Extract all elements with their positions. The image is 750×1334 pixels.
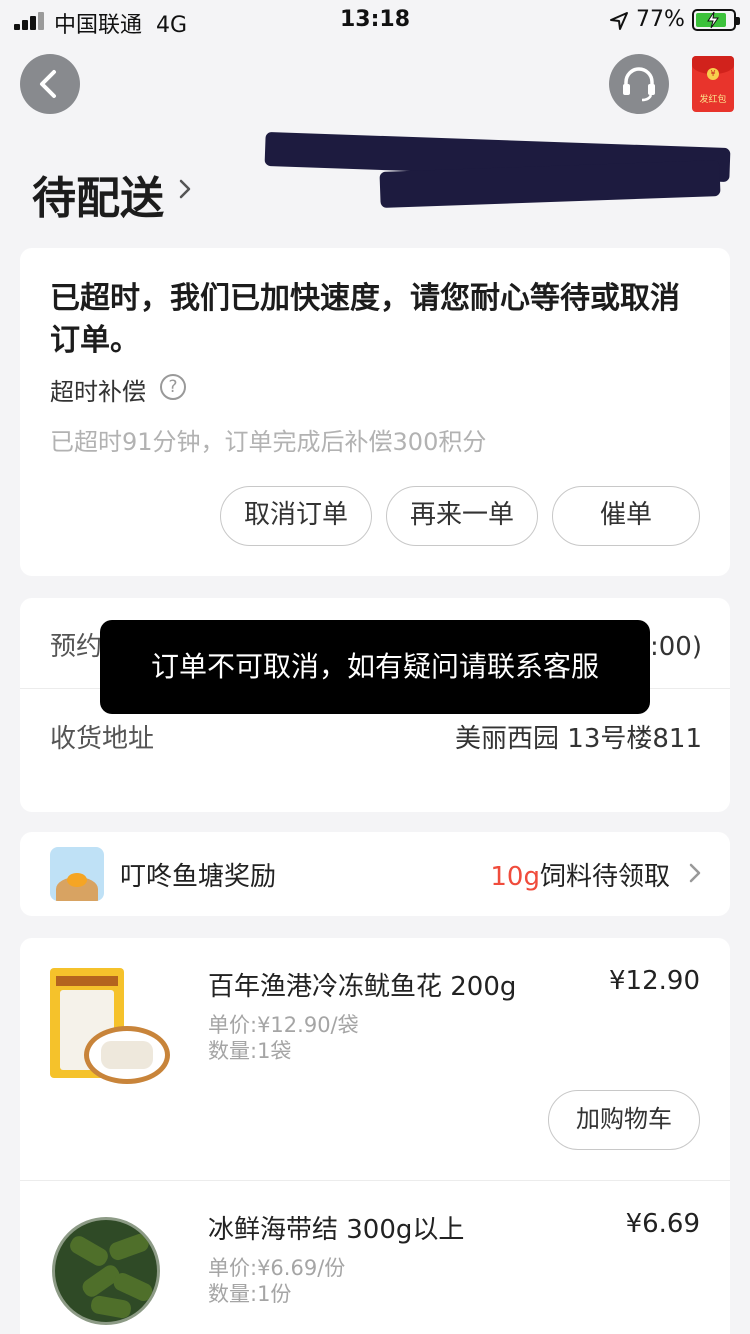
product-price: ¥6.69 bbox=[625, 1209, 700, 1239]
order-status-card: 已超时，我们已加快速度，请您耐心等待或取消订单。 超时补偿 ? 已超时91分钟，… bbox=[20, 248, 730, 576]
reward-title: 叮咚鱼塘奖励 bbox=[120, 862, 277, 892]
reward-card[interactable]: 叮咚鱼塘奖励 10g饲料待领取 bbox=[20, 832, 730, 916]
coin-icon: ¥ bbox=[707, 68, 719, 80]
list-item[interactable]: 百年渔港冷冻鱿鱼花 200g ¥12.90 单价:¥12.90/袋 数量:1袋 … bbox=[20, 938, 730, 1180]
kelp-product-image bbox=[50, 1209, 180, 1334]
list-item[interactable]: 冰鲜海带结 300g以上 ¥6.69 单价:¥6.69/份 数量:1份 bbox=[20, 1181, 730, 1334]
red-packet-label: 发红包 bbox=[699, 95, 727, 105]
product-name: 冰鲜海带结 300g以上 bbox=[208, 1215, 465, 1245]
toast-message: 订单不可取消，如有疑问请联系客服 bbox=[100, 620, 650, 714]
page-title[interactable]: 待配送 bbox=[32, 162, 164, 226]
location-icon bbox=[610, 12, 628, 30]
red-packet-button[interactable]: ¥ 发红包 bbox=[692, 56, 734, 112]
fish-pond-icon bbox=[50, 847, 104, 901]
chevron-left-icon bbox=[40, 70, 56, 98]
squid-product-image bbox=[50, 968, 180, 1098]
reorder-button[interactable]: 再来一单 bbox=[386, 486, 538, 546]
headset-icon bbox=[623, 67, 655, 102]
status-message: 已超时，我们已加快速度，请您耐心等待或取消订单。 bbox=[50, 281, 680, 358]
product-name: 百年渔港冷冻鱿鱼花 200g bbox=[208, 972, 517, 1002]
battery-icon bbox=[692, 9, 740, 31]
urge-order-button[interactable]: 催单 bbox=[552, 486, 700, 546]
customer-service-button[interactable] bbox=[609, 54, 669, 114]
chevron-right-icon bbox=[689, 863, 701, 883]
product-quantity: 数量:1袋 bbox=[208, 1039, 292, 1063]
back-button[interactable] bbox=[20, 54, 80, 114]
address-label: 收货地址 bbox=[50, 724, 155, 754]
product-unit-price: 单价:¥6.69/份 bbox=[208, 1256, 346, 1280]
help-icon[interactable]: ? bbox=[160, 374, 186, 400]
compensation-detail: 已超时91分钟，订单完成后补偿300积分 bbox=[50, 428, 487, 456]
product-price: ¥12.90 bbox=[609, 966, 700, 996]
cancel-order-button[interactable]: 取消订单 bbox=[220, 486, 372, 546]
product-list: 百年渔港冷冻鱿鱼花 200g ¥12.90 单价:¥12.90/袋 数量:1袋 … bbox=[20, 938, 730, 1334]
product-unit-price: 单价:¥12.90/袋 bbox=[208, 1013, 359, 1037]
address-value: 美丽西园 13号楼811 bbox=[455, 724, 702, 754]
battery-percent: 77% bbox=[636, 7, 685, 32]
reward-quantity: 10g bbox=[490, 862, 540, 892]
status-bar: 中国联通 4G 13:18 77% bbox=[0, 0, 750, 44]
chevron-right-icon[interactable] bbox=[178, 178, 192, 200]
compensation-label: 超时补偿 bbox=[50, 378, 146, 406]
add-to-cart-button[interactable]: 加购物车 bbox=[548, 1090, 700, 1150]
product-quantity: 数量:1份 bbox=[208, 1282, 292, 1306]
reward-status: 10g饲料待领取 bbox=[490, 862, 670, 892]
